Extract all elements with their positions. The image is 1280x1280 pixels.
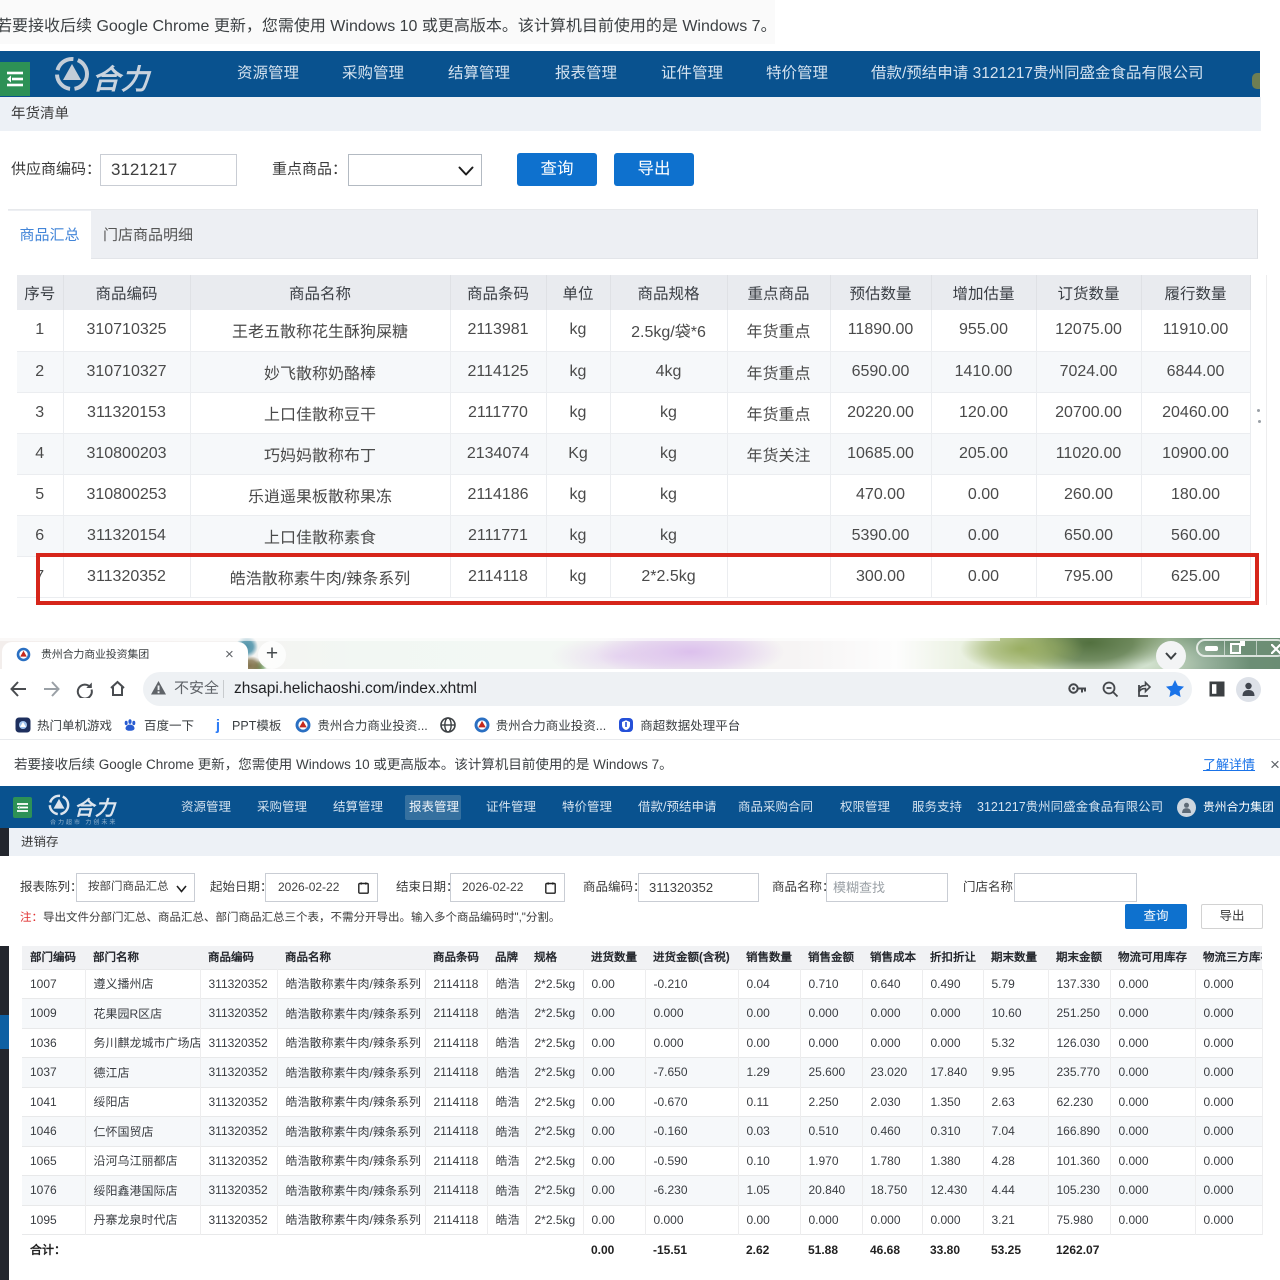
svg-text:j: j xyxy=(215,717,220,733)
